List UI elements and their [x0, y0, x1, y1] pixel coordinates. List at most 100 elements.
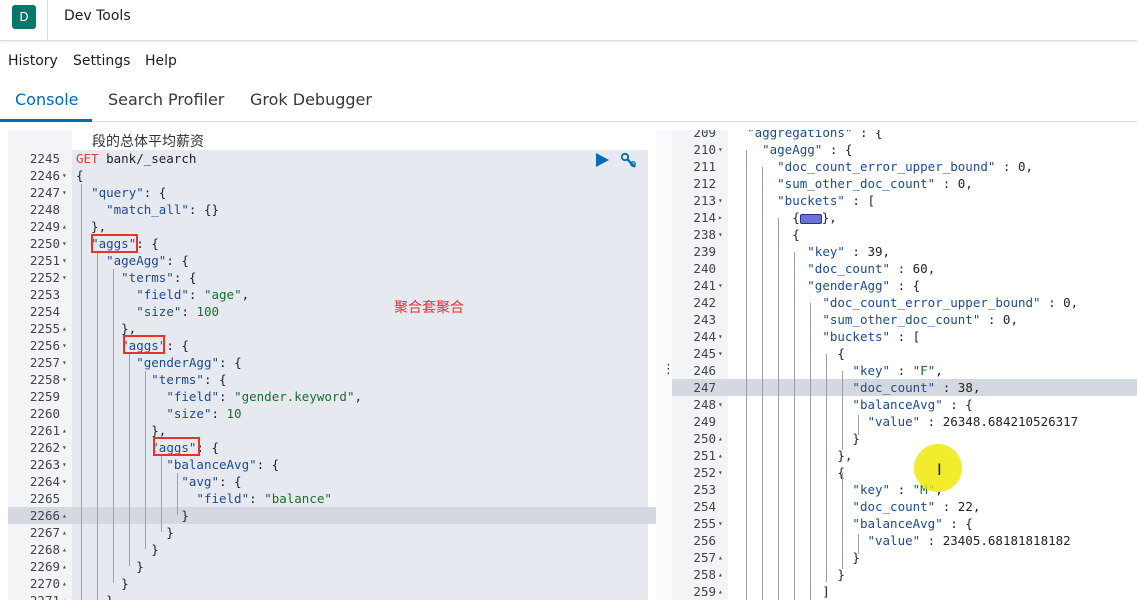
code-line[interactable]: 249 "value" : 26348.684210526317 — [672, 413, 1137, 430]
code-line[interactable]: 2257 ▾ "genderAgg": { — [8, 354, 656, 371]
menu-settings[interactable]: Settings — [73, 53, 130, 69]
code-line[interactable]: 2263 ▾ "balanceAvg": { — [8, 456, 656, 473]
code-line[interactable]: 243 "sum_other_doc_count" : 0, — [672, 311, 1137, 328]
fold-toggle-icon[interactable]: ▴ — [62, 524, 67, 541]
fold-toggle-icon[interactable]: ▾ — [62, 473, 67, 490]
code-line[interactable]: 254 "doc_count" : 22, — [672, 498, 1137, 515]
code-line[interactable]: 259 ▴ ] — [672, 583, 1137, 600]
fold-toggle-icon[interactable]: ▾ — [62, 252, 67, 269]
code-line[interactable]: 255 ▾ "balanceAvg" : { — [672, 515, 1137, 532]
fold-toggle-icon[interactable]: ▴ — [62, 541, 67, 558]
code-line[interactable]: 2261 ▴ }, — [8, 422, 656, 439]
fold-toggle-icon[interactable]: ▾ — [718, 396, 723, 413]
code-line[interactable]: 210 ▾ "ageAgg" : { — [672, 141, 1137, 158]
code-line[interactable]: 238 ▾ { — [672, 226, 1137, 243]
code-line[interactable]: 2248 "match_all": {} — [8, 201, 656, 218]
menu-history[interactable]: History — [8, 53, 58, 69]
fold-toggle-icon[interactable]: ▾ — [62, 235, 67, 252]
code-line[interactable]: 2271▴ } — [8, 592, 656, 600]
fold-toggle-icon[interactable]: ▾ — [62, 269, 67, 286]
code-line[interactable]: 213 ▾ "buckets" : [ — [672, 192, 1137, 209]
code-line[interactable]: 248 ▾ "balanceAvg" : { — [672, 396, 1137, 413]
code-line[interactable]: 2264 ▾ "avg": { — [8, 473, 656, 490]
code-line[interactable]: 244 ▾ "buckets" : [ — [672, 328, 1137, 345]
tab-search-profiler[interactable]: Search Profiler — [108, 90, 224, 109]
fold-toggle-icon[interactable]: ▴ — [62, 507, 67, 524]
code-line[interactable]: 2265 "field": "balance" — [8, 490, 656, 507]
code-line[interactable]: 2260 "size": 10 — [8, 405, 656, 422]
code-line[interactable]: 252 ▾ { — [672, 464, 1137, 481]
code-line[interactable]: 2249 ▴ }, — [8, 218, 656, 235]
code-line[interactable]: 2266 ▴ } — [8, 507, 656, 524]
code-line[interactable]: 239 "key" : 39, — [672, 243, 1137, 260]
code-line[interactable]: 209 "aggregations" : { — [672, 130, 1137, 141]
code-line[interactable]: 253 "key" : "M", — [672, 481, 1137, 498]
code-line[interactable]: 2256 ▾ "aggs": { — [8, 337, 656, 354]
fold-toggle-icon[interactable]: ▾ — [62, 167, 67, 184]
fold-toggle-icon[interactable]: ▴ — [718, 583, 723, 600]
panel-splitter[interactable]: ⋮ — [656, 130, 675, 600]
play-icon[interactable] — [594, 152, 610, 168]
fold-toggle-icon[interactable]: ▴ — [62, 422, 67, 439]
code-line[interactable]: 2259 "field": "gender.keyword", — [8, 388, 656, 405]
fold-toggle-icon[interactable]: ▾ — [718, 328, 723, 345]
tab-console[interactable]: Console — [15, 90, 79, 109]
code-line[interactable]: 247 "doc_count" : 38, — [672, 379, 1137, 396]
code-line[interactable]: 258 ▴ } — [672, 566, 1137, 583]
code-line[interactable]: 2251 ▾ "ageAgg": { — [8, 252, 656, 269]
fold-toggle-icon[interactable]: ▾ — [718, 277, 723, 294]
fold-toggle-icon[interactable]: ▴ — [62, 218, 67, 235]
response-viewer[interactable]: 209 "aggregations" : {210 ▾ "ageAgg" : { 2… — [672, 130, 1137, 600]
code-line[interactable]: 2252 ▾ "terms": { — [8, 269, 656, 286]
fold-toggle-icon[interactable]: ▴ — [62, 558, 67, 575]
code-line[interactable]: 214 ▸ {}, — [672, 209, 1137, 226]
code-line[interactable]: 2258 ▾ "terms": { — [8, 371, 656, 388]
code-line[interactable]: 245 ▾ { — [672, 345, 1137, 362]
code-line[interactable]: 2268 ▴ } — [8, 541, 656, 558]
fold-toggle-icon[interactable]: ▾ — [718, 226, 723, 243]
fold-toggle-icon[interactable]: ▾ — [62, 354, 67, 371]
code-line[interactable]: 250 ▴ } — [672, 430, 1137, 447]
code-line[interactable]: 256 "value" : 23405.68181818182 — [672, 532, 1137, 549]
fold-toggle-icon[interactable]: ▴ — [718, 430, 723, 447]
code-line[interactable]: 257 ▴ } — [672, 549, 1137, 566]
code-line[interactable]: 2255 ▴ }, — [8, 320, 656, 337]
fold-toggle-icon[interactable]: ▾ — [62, 439, 67, 456]
fold-toggle-icon[interactable]: ▴ — [62, 575, 67, 592]
code-line[interactable]: 2269 ▴ } — [8, 558, 656, 575]
fold-toggle-icon[interactable]: ▾ — [718, 141, 723, 158]
fold-toggle-icon[interactable]: ▾ — [718, 192, 723, 209]
code-line[interactable]: 251 ▴ }, — [672, 447, 1137, 464]
fold-toggle-icon[interactable]: ▾ — [62, 371, 67, 388]
code-line[interactable]: 240 "doc_count" : 60, — [672, 260, 1137, 277]
fold-toggle-icon[interactable]: ▾ — [62, 184, 67, 201]
code-line[interactable]: 2262 ▾ "aggs": { — [8, 439, 656, 456]
fold-toggle-icon[interactable]: ▴ — [62, 592, 67, 600]
fold-toggle-icon[interactable]: ▾ — [62, 337, 67, 354]
app-logo[interactable]: D — [12, 5, 36, 29]
code-line[interactable]: 212 "sum_other_doc_count" : 0, — [672, 175, 1137, 192]
fold-toggle-icon[interactable]: ▾ — [718, 464, 723, 481]
menu-help[interactable]: Help — [145, 53, 177, 69]
fold-toggle-icon[interactable]: ▾ — [718, 345, 723, 362]
fold-toggle-icon[interactable]: ▾ — [62, 456, 67, 473]
fold-toggle-icon[interactable]: ▴ — [62, 320, 67, 337]
tab-grok-debugger[interactable]: Grok Debugger — [250, 90, 372, 109]
code-line[interactable]: 2254 "size": 100 — [8, 303, 656, 320]
fold-toggle-icon[interactable]: ▴ — [718, 549, 723, 566]
code-line[interactable]: 242 "doc_count_error_upper_bound" : 0, — [672, 294, 1137, 311]
code-line[interactable]: 2270 ▴ } — [8, 575, 656, 592]
fold-toggle-icon[interactable]: ▾ — [718, 515, 723, 532]
code-line[interactable]: 246 "key" : "F", — [672, 362, 1137, 379]
code-line[interactable]: 2246 ▾ { — [8, 167, 656, 184]
code-line[interactable]: 2267 ▴ } — [8, 524, 656, 541]
request-editor[interactable]: 2245 GET bank/_search 2246 ▾{2247 ▾ "query":… — [8, 130, 656, 600]
code-line[interactable]: 2247 ▾ "query": { — [8, 184, 656, 201]
fold-toggle-icon[interactable]: ▴ — [718, 447, 723, 464]
wrench-icon[interactable] — [620, 152, 638, 170]
fold-toggle-icon[interactable]: ▸ — [718, 209, 723, 226]
code-line[interactable]: 2245 GET bank/_search — [8, 150, 656, 167]
fold-toggle-icon[interactable]: ▴ — [718, 566, 723, 583]
code-line[interactable]: 2253 "field": "age", — [8, 286, 656, 303]
code-line[interactable]: 241 ▾ "genderAgg" : { — [672, 277, 1137, 294]
